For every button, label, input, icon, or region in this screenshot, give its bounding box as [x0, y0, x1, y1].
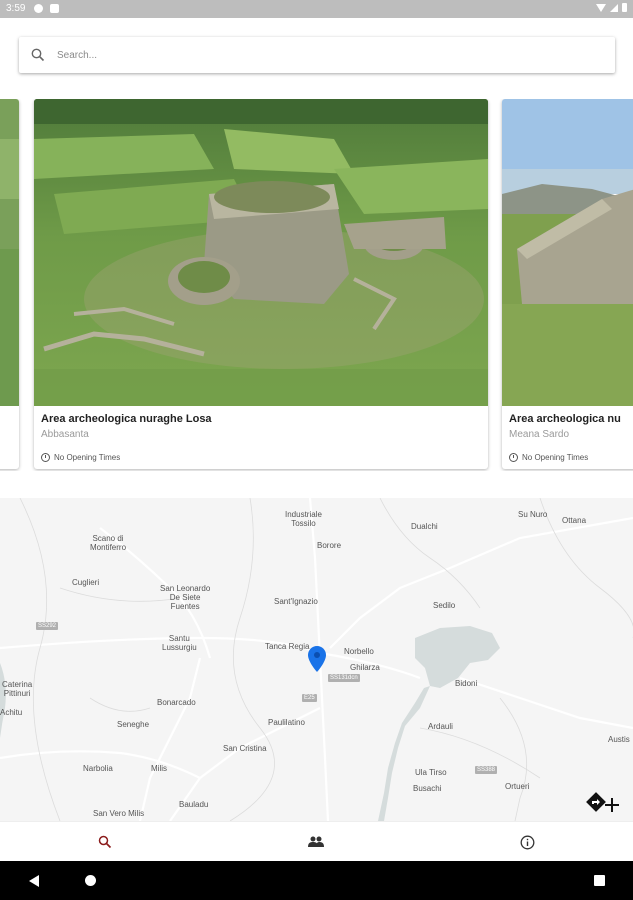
map-place-label: Ardauli — [428, 722, 453, 731]
site-title: Area archeologica nu — [509, 413, 621, 425]
recent-apps-icon[interactable] — [594, 875, 605, 886]
map-place-label: Bauladu — [179, 800, 209, 809]
map-place-label: San Leonardo De Siete Fuentes — [160, 584, 211, 611]
battery-icon — [622, 3, 627, 12]
site-card[interactable]: Area archeologica nuraghe Losa Abbasanta… — [34, 99, 488, 469]
map-place-label: Bonarcado — [157, 698, 196, 707]
bottom-navigation — [0, 821, 633, 862]
map-place-label: Austis — [608, 735, 630, 744]
wifi-icon — [596, 3, 606, 12]
site-card[interactable] — [0, 99, 19, 469]
clock-icon — [509, 453, 518, 462]
map-place-label: Caterina Pittinuri — [2, 680, 33, 698]
map-place-label: Dualchi — [411, 522, 438, 531]
map-place-label: Seneghe — [117, 720, 150, 729]
clock-icon — [41, 453, 50, 462]
search-icon — [31, 48, 45, 62]
notification-icon — [50, 4, 59, 13]
map-place-label: Cuglieri — [72, 578, 100, 587]
site-location: Meana Sardo — [509, 429, 570, 440]
map-place-label: Ula Tirso — [415, 768, 447, 777]
opening-times: No Opening Times — [41, 453, 120, 462]
site-carousel[interactable]: Area archeologica nuraghe Losa Abbasanta… — [0, 99, 633, 471]
road-badge: E25 — [302, 694, 317, 702]
map-place-label: Sedilo — [433, 601, 456, 610]
site-card[interactable]: Area archeologica nu Meana Sardo No Open… — [502, 99, 633, 469]
location-pin-icon[interactable] — [308, 646, 326, 672]
site-photo — [0, 99, 19, 406]
map-place-label: Bidoni — [455, 679, 478, 688]
site-title: Area archeologica nuraghe Losa — [41, 413, 212, 425]
map-place-label: Paulilatino — [268, 718, 305, 727]
road-badge: SS131dcn — [328, 674, 360, 682]
map-view[interactable]: Industriale Tossilo Dualchi Su Nuro Ottan… — [0, 498, 633, 821]
directions-icon[interactable] — [582, 792, 622, 818]
map-place-label: Milis — [151, 764, 167, 773]
map-place-label: Ghilarza — [350, 663, 380, 672]
search-bar[interactable] — [19, 37, 615, 73]
signal-icon — [610, 3, 618, 12]
status-time: 3:59 — [6, 3, 26, 14]
map-place-label: Tanca Regia — [265, 642, 310, 651]
notification-icon — [34, 4, 43, 13]
info-icon — [520, 835, 534, 849]
back-icon[interactable] — [29, 875, 39, 887]
map-place-label: Su Nuro — [518, 510, 548, 519]
nav-people[interactable] — [307, 833, 325, 851]
opening-times-label: No Opening Times — [522, 453, 589, 462]
map-place-label: Busachi — [413, 784, 442, 793]
map-place-label: Borore — [317, 541, 342, 550]
map-place-label: Narbolia — [83, 764, 113, 773]
road-badge: SS292 — [36, 622, 59, 630]
map-place-label: Santu Lussurgiu — [162, 634, 197, 652]
map-place-label: Scano di Montiferro — [90, 534, 127, 552]
site-photo — [34, 99, 488, 406]
map-place-label: Ortueri — [505, 782, 530, 791]
map-place-label: Achitu — [0, 708, 23, 717]
people-icon — [308, 836, 324, 847]
map-place-label: San Cristina — [223, 744, 267, 753]
system-navigation-bar — [0, 861, 633, 900]
map-place-label: Ottana — [562, 516, 587, 525]
opening-times-label: No Opening Times — [54, 453, 121, 462]
home-icon[interactable] — [85, 875, 96, 886]
nav-info[interactable] — [518, 833, 536, 851]
map-place-label: Norbello — [344, 647, 374, 656]
site-photo — [502, 99, 633, 406]
search-input[interactable] — [55, 48, 579, 62]
map-place-label: Sant'Ignazio — [274, 597, 318, 606]
map-place-label: San Vero Milis — [93, 809, 145, 818]
opening-times: No Opening Times — [509, 453, 588, 462]
map-place-label: Industriale Tossilo — [285, 510, 322, 528]
nav-search[interactable] — [96, 833, 114, 851]
status-bar: 3:59 — [0, 0, 633, 18]
site-location: Abbasanta — [41, 429, 89, 440]
road-badge: SS388 — [475, 766, 498, 774]
search-icon — [98, 835, 112, 849]
